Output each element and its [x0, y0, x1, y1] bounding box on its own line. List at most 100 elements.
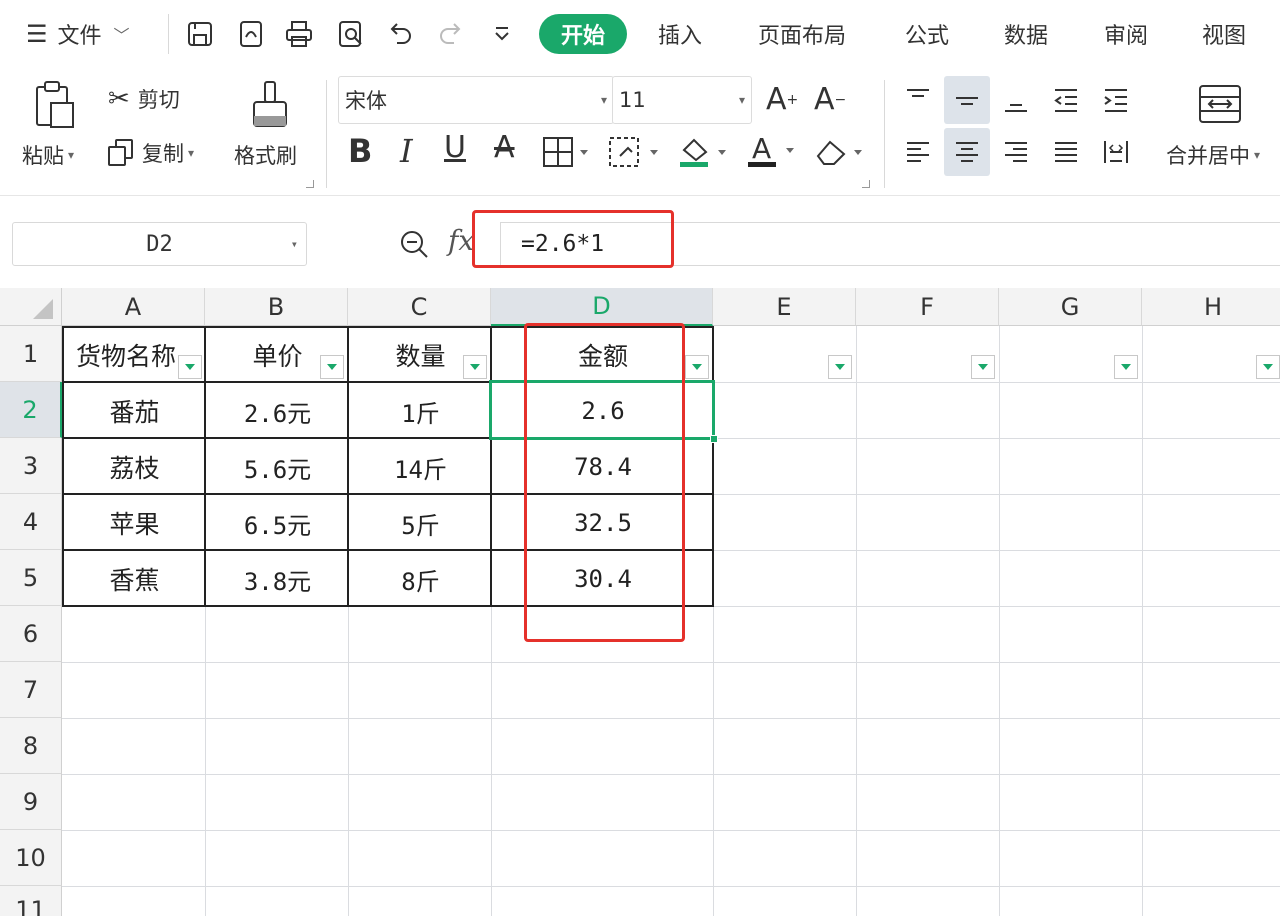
customize-quick-access-icon[interactable]: [485, 16, 519, 52]
borders-icon[interactable]: [540, 136, 596, 168]
row-header-5[interactable]: 5: [0, 550, 62, 606]
column-header-B[interactable]: B: [205, 288, 348, 326]
cell-C5[interactable]: 8斤: [350, 552, 491, 606]
cell-A2[interactable]: 番茄: [64, 384, 205, 438]
italic-icon[interactable]: I: [400, 132, 413, 170]
redo-icon[interactable]: [434, 16, 468, 52]
align-right-icon[interactable]: [996, 132, 1036, 172]
separator: [884, 80, 885, 188]
filter-dropdown-icon[interactable]: [685, 355, 709, 379]
cell-D5[interactable]: 30.4: [493, 552, 713, 606]
decrease-indent-icon[interactable]: [1046, 80, 1086, 120]
row-header-1[interactable]: 1: [0, 326, 62, 382]
tab-review[interactable]: 审阅: [1104, 14, 1148, 54]
file-menu[interactable]: ☰ 文件 ﹀: [26, 14, 130, 54]
tab-view[interactable]: 视图: [1202, 14, 1246, 54]
align-left-icon[interactable]: [898, 132, 938, 172]
font-color-icon[interactable]: A: [744, 132, 800, 170]
filter-dropdown-icon[interactable]: [178, 355, 202, 379]
column-header-C[interactable]: C: [348, 288, 491, 326]
tab-page-layout[interactable]: 页面布局: [758, 14, 846, 54]
strikethrough-icon[interactable]: A: [494, 130, 515, 165]
filter-dropdown-icon[interactable]: [971, 355, 995, 379]
row-header-4[interactable]: 4: [0, 494, 62, 550]
increase-font-size-icon[interactable]: A +: [766, 82, 798, 117]
align-top-icon[interactable]: [898, 80, 938, 120]
cell-D2[interactable]: 2.6: [493, 384, 713, 438]
cell-A4[interactable]: 苹果: [64, 496, 205, 550]
tab-data[interactable]: 数据: [1004, 14, 1048, 54]
cell-C3[interactable]: 14斤: [350, 440, 491, 494]
print-icon[interactable]: [282, 16, 316, 52]
column-header-A[interactable]: A: [62, 288, 205, 326]
font-size-select[interactable]: 11 ▾: [612, 76, 752, 124]
paste-icon[interactable]: [28, 78, 80, 130]
row-header-2[interactable]: 2: [0, 382, 62, 438]
formula-input[interactable]: =2.6*1: [500, 222, 1280, 266]
row-header-9[interactable]: 9: [0, 774, 62, 830]
merge-center-button[interactable]: 合并居中 ▾: [1166, 140, 1260, 170]
cell-A3[interactable]: 荔枝: [64, 440, 205, 494]
column-header-E[interactable]: E: [713, 288, 856, 326]
cut-button[interactable]: ✂ 剪切: [108, 84, 180, 114]
tab-insert[interactable]: 插入: [658, 14, 702, 54]
filter-dropdown-icon[interactable]: [828, 355, 852, 379]
copy-button[interactable]: 复制 ▾: [108, 138, 194, 168]
cell-A1[interactable]: 货物名称: [64, 328, 182, 382]
distributed-align-icon[interactable]: [1096, 132, 1136, 172]
increase-indent-icon[interactable]: [1096, 80, 1136, 120]
row-header-10[interactable]: 10: [0, 830, 62, 886]
undo-icon[interactable]: [383, 16, 417, 52]
cell-C2[interactable]: 1斤: [350, 384, 491, 438]
fill-handle[interactable]: [710, 435, 718, 443]
column-header-F[interactable]: F: [856, 288, 999, 326]
cell-B4[interactable]: 6.5元: [207, 496, 348, 550]
insert-function-button[interactable]: fx: [448, 224, 474, 257]
print-preview-icon[interactable]: [334, 16, 368, 52]
cell-style-icon[interactable]: [606, 136, 664, 168]
format-painter-label[interactable]: 格式刷: [234, 140, 297, 170]
save-icon[interactable]: [183, 16, 217, 52]
cell-D4[interactable]: 32.5: [493, 496, 713, 550]
filter-dropdown-icon[interactable]: [1114, 355, 1138, 379]
select-all-corner[interactable]: [0, 288, 62, 326]
cell-C4[interactable]: 5斤: [350, 496, 491, 550]
row-header-8[interactable]: 8: [0, 718, 62, 774]
column-header-G[interactable]: G: [999, 288, 1142, 326]
cell-D3[interactable]: 78.4: [493, 440, 713, 494]
name-box[interactable]: D2 ▾: [12, 222, 307, 266]
column-header-D[interactable]: D: [491, 288, 713, 326]
fill-color-icon[interactable]: [676, 134, 732, 170]
row-header-7[interactable]: 7: [0, 662, 62, 718]
align-center-icon[interactable]: [947, 132, 987, 172]
filter-dropdown-icon[interactable]: [1256, 355, 1280, 379]
cell-B5[interactable]: 3.8元: [207, 552, 348, 606]
bold-icon[interactable]: B: [348, 132, 372, 170]
clear-format-icon[interactable]: [812, 136, 868, 168]
justify-icon[interactable]: [1046, 132, 1086, 172]
filter-dropdown-icon[interactable]: [463, 355, 487, 379]
row-header-3[interactable]: 3: [0, 438, 62, 494]
column-header-H[interactable]: H: [1142, 288, 1280, 326]
underline-icon[interactable]: U: [444, 130, 466, 165]
align-bottom-icon[interactable]: [996, 80, 1036, 120]
cell-B2[interactable]: 2.6元: [207, 384, 348, 438]
merge-center-icon[interactable]: [1194, 80, 1246, 128]
filter-dropdown-icon[interactable]: [320, 355, 344, 379]
format-painter-icon[interactable]: [246, 78, 294, 130]
row-header-6[interactable]: 6: [0, 606, 62, 662]
row-header-11[interactable]: 11: [0, 886, 62, 916]
decrease-font-size-icon[interactable]: A −: [814, 82, 846, 117]
cell-B3[interactable]: 5.6元: [207, 440, 348, 494]
cell-A5[interactable]: 香蕉: [64, 552, 205, 606]
tab-start[interactable]: 开始: [539, 14, 627, 54]
export-pdf-icon[interactable]: [234, 16, 268, 52]
clipboard-dialog-launcher[interactable]: [306, 180, 314, 188]
font-dialog-launcher[interactable]: [862, 180, 870, 188]
align-middle-icon[interactable]: [947, 80, 987, 120]
font-name-select[interactable]: 宋体 ▾: [338, 76, 614, 124]
paste-button[interactable]: 粘贴 ▾: [22, 140, 74, 170]
zoom-search-icon[interactable]: [396, 226, 432, 262]
tab-formulas[interactable]: 公式: [905, 14, 949, 54]
cell-D1[interactable]: 金额: [493, 328, 713, 382]
